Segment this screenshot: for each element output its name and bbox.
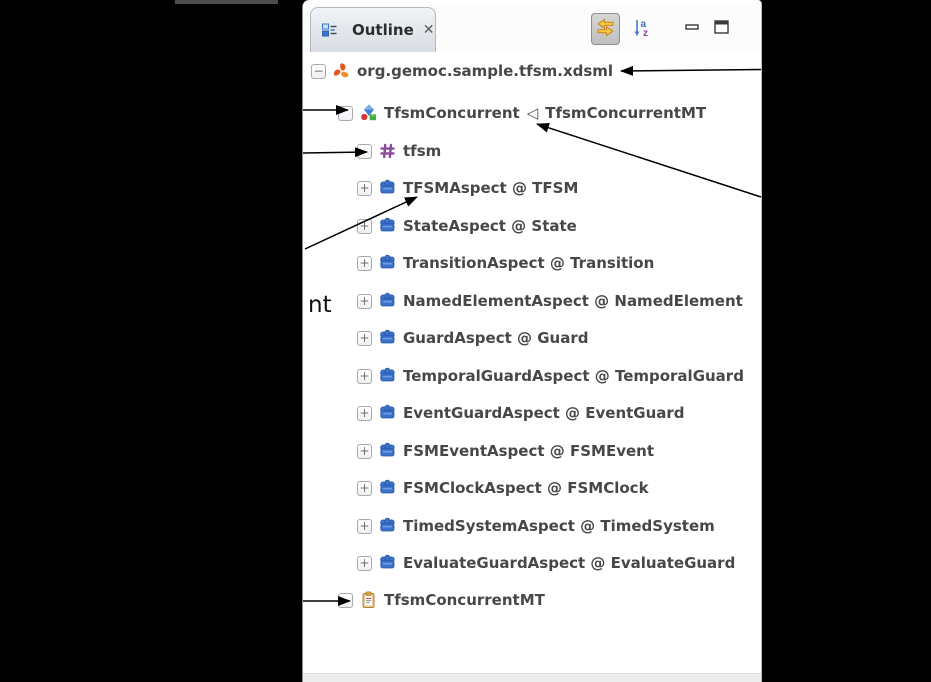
tree-item[interactable]: TfsmConcurrentMT [338, 585, 545, 615]
tree-item-label: tfsm [403, 142, 441, 160]
stray-text: nt [308, 292, 332, 318]
outline-view-panel: Outline ✕ az −org.gemoc.sample.tfsm.xdsm… [302, 0, 762, 682]
expander-toggle[interactable]: + [357, 219, 372, 234]
tree-item-label: NamedElementAspect @ NamedElement [403, 292, 743, 310]
inherit-triangle-symbol: ◁ [527, 104, 539, 122]
tree-item-label: TfsmConcurrent [384, 104, 520, 122]
language-icon [359, 104, 378, 122]
expander-toggle[interactable]: − [311, 64, 326, 79]
tree-item-label: TemporalGuardAspect @ TemporalGuard [403, 367, 744, 385]
aspect-icon [378, 517, 397, 535]
expander-toggle[interactable]: + [357, 369, 372, 384]
expander-toggle[interactable]: + [357, 294, 372, 309]
expander-toggle[interactable]: + [357, 444, 372, 459]
outline-tree: − org.gemoc.sample.tfsm.xdsml TfsmConcurre… [303, 0, 761, 674]
tree-item[interactable]: + StateAspect @ State [357, 211, 577, 241]
expander-toggle[interactable]: + [357, 331, 372, 346]
aspect-icon [378, 179, 397, 197]
tree-item-label: EvaluateGuardAspect @ EvaluateGuard [403, 554, 735, 572]
stage: Outline ✕ az −org.gemoc.sample.tfsm.xdsm… [0, 0, 931, 682]
expander-toggle[interactable]: + [357, 519, 372, 534]
aspect-icon [378, 442, 397, 460]
tree-item[interactable]: + FSMClockAspect @ FSMClock [357, 473, 649, 503]
aspect-icon [378, 404, 397, 422]
tree-item[interactable]: − org.gemoc.sample.tfsm.xdsml [311, 56, 613, 86]
aspect-icon [378, 329, 397, 347]
tree-item[interactable]: tfsm [357, 136, 441, 166]
tree-item[interactable]: + TFSMAspect @ TFSM [357, 173, 578, 203]
aspect-icon [378, 367, 397, 385]
tree-item-label: FSMEventAspect @ FSMEvent [403, 442, 654, 460]
top-edge-artifact [175, 0, 278, 4]
tree-item-label: StateAspect @ State [403, 217, 577, 235]
tree-item-label: GuardAspect @ Guard [403, 329, 588, 347]
expander-toggle[interactable] [338, 106, 353, 121]
expander-toggle[interactable]: + [357, 256, 372, 271]
expander-toggle[interactable] [357, 144, 372, 159]
gemoc-logo-icon [332, 62, 351, 80]
aspect-icon [378, 479, 397, 497]
tree-item-label: TimedSystemAspect @ TimedSystem [403, 517, 715, 535]
tree-item[interactable]: TfsmConcurrent ◁ TfsmConcurrentMT [338, 98, 706, 128]
tree-item[interactable]: + NamedElementAspect @ NamedElement [357, 286, 743, 316]
aspect-icon [378, 292, 397, 310]
tree-item-label: TransitionAspect @ Transition [403, 254, 654, 272]
tree-item[interactable]: + TemporalGuardAspect @ TemporalGuard [357, 361, 744, 391]
tree-item[interactable]: + EventGuardAspect @ EventGuard [357, 398, 685, 428]
aspect-icon [378, 217, 397, 235]
tree-item[interactable]: + EvaluateGuardAspect @ EvaluateGuard [357, 548, 735, 578]
metamodel-icon [378, 142, 397, 160]
tree-item-label: org.gemoc.sample.tfsm.xdsml [357, 62, 613, 80]
aspect-icon [378, 254, 397, 272]
expander-toggle[interactable]: + [357, 481, 372, 496]
tree-item-label: FSMClockAspect @ FSMClock [403, 479, 649, 497]
tree-item[interactable]: + GuardAspect @ Guard [357, 323, 588, 353]
tree-item[interactable]: + TransitionAspect @ Transition [357, 248, 654, 278]
tree-item[interactable]: + FSMEventAspect @ FSMEvent [357, 436, 654, 466]
expander-toggle[interactable] [338, 593, 353, 608]
expander-toggle[interactable]: + [357, 181, 372, 196]
aspect-icon [378, 554, 397, 572]
tree-item-label: TfsmConcurrentMT [384, 591, 545, 609]
supertype-label: TfsmConcurrentMT [545, 104, 706, 122]
tree-item-label: EventGuardAspect @ EventGuard [403, 404, 685, 422]
panel-bottom-edge [303, 673, 761, 682]
tree-item[interactable]: + TimedSystemAspect @ TimedSystem [357, 511, 715, 541]
expander-toggle[interactable]: + [357, 556, 372, 571]
clipboard-icon [359, 591, 378, 609]
tree-item-label: TFSMAspect @ TFSM [403, 179, 578, 197]
expander-toggle[interactable]: + [357, 406, 372, 421]
